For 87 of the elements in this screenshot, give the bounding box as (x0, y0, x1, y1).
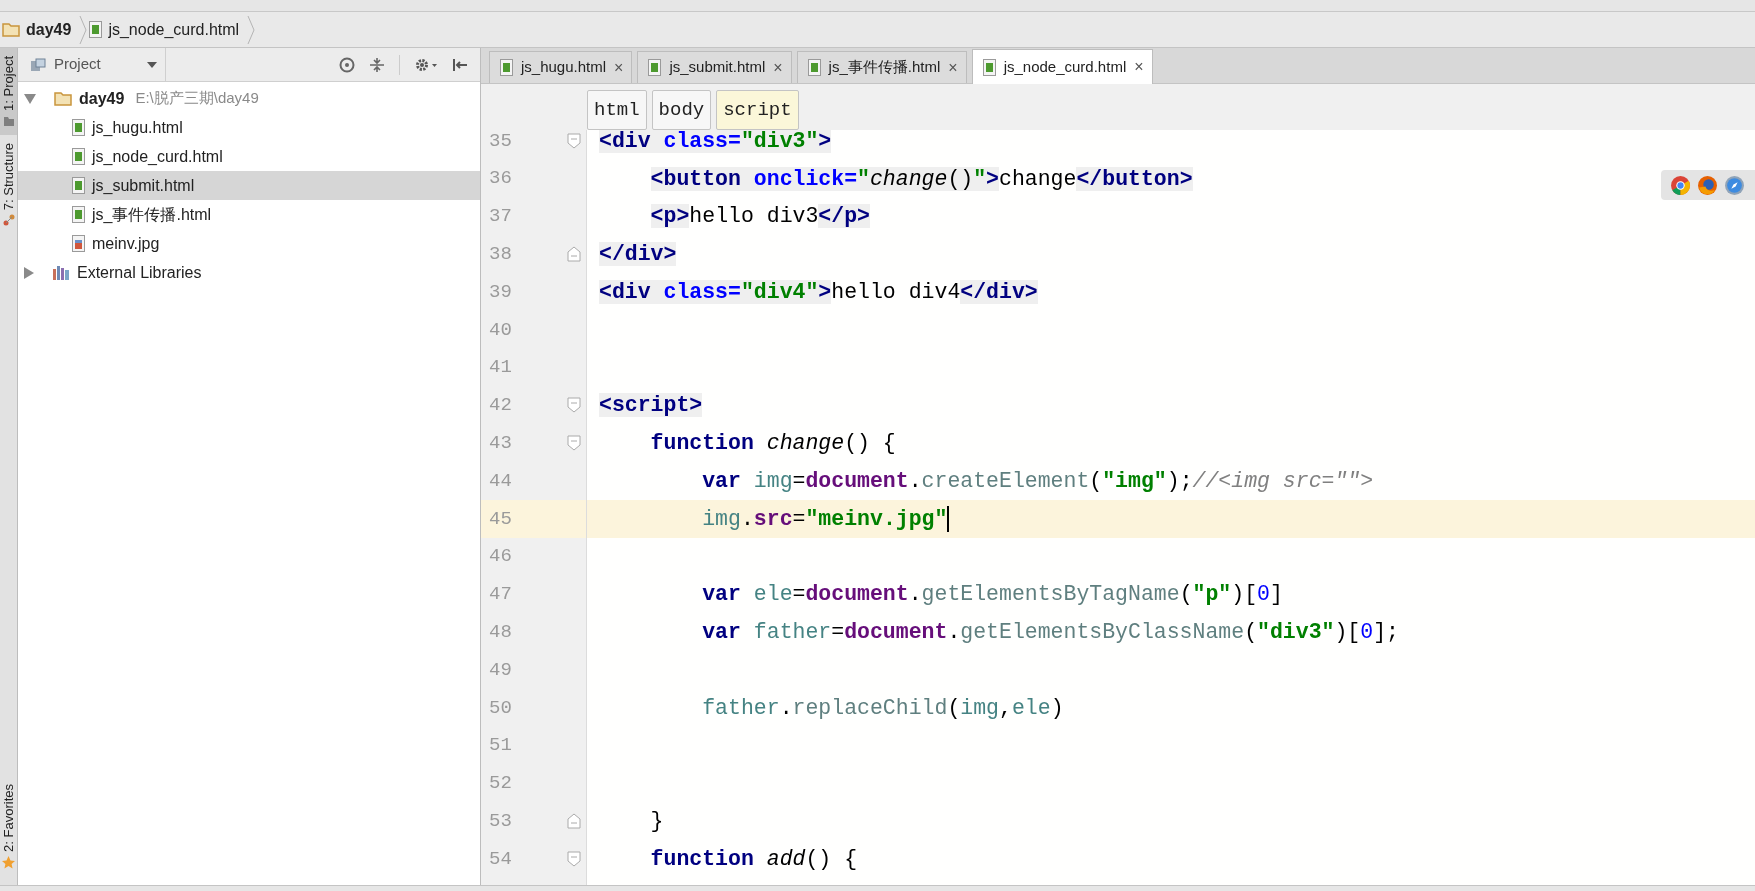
line-number: 35 (489, 130, 512, 154)
folder-icon (2, 114, 15, 127)
close-tab-button[interactable]: × (773, 59, 783, 76)
line-number: 37 (489, 204, 512, 230)
breadcrumb-item[interactable]: day49 (26, 17, 72, 42)
close-tab-button[interactable]: × (614, 59, 624, 76)
path-label: E:\脱产三期\day49 (135, 88, 259, 109)
line-number: 36 (489, 166, 512, 192)
close-tab-button[interactable]: × (1134, 59, 1144, 75)
line-number: 48 (489, 620, 512, 645)
html-file-icon (982, 58, 996, 76)
tree-item[interactable]: External Libraries (18, 258, 480, 287)
line-number: 45 (489, 506, 512, 532)
hide-panel-icon[interactable] (452, 56, 468, 73)
editor-tab[interactable]: js_submit.html × (637, 51, 792, 83)
tool-window-button[interactable]: 2: Favorites (0, 776, 17, 877)
editor-tab[interactable]: js_hugu.html × (489, 51, 633, 83)
code-line: } (649, 808, 664, 836)
target-icon[interactable] (339, 56, 355, 73)
html-file-icon (72, 119, 85, 136)
code-line: var ele=document.getElementsByTagName("p")[0] (701, 581, 1283, 609)
tree-item[interactable]: day49 E:\脱产三期\day49 (18, 84, 480, 113)
line-number: 54 (489, 846, 512, 872)
breadcrumb-item[interactable]: js_node_curd.html (108, 17, 240, 42)
image-file-icon (72, 235, 85, 252)
code-line: var father=document.getElementsByClassName("div3")[0]; (701, 619, 1399, 647)
line-number: 41 (489, 355, 512, 381)
code-line: img.src="meinv.jpg" (701, 505, 948, 533)
code-line: <p>hello div3</p> (649, 203, 870, 231)
star-icon (2, 856, 15, 869)
chrome-icon[interactable] (1670, 174, 1691, 196)
html-file-icon (72, 206, 85, 223)
html-file-icon (72, 177, 85, 194)
line-number: 52 (489, 771, 512, 797)
editor-tab[interactable]: js_事件传播.html × (796, 51, 967, 83)
tree-item[interactable]: js_hugu.html (18, 113, 480, 142)
line-number: 44 (489, 468, 512, 494)
line-number: 47 (489, 582, 512, 608)
code-line: <button onclick="change()">change</button> (649, 165, 1193, 193)
code-line: var img=document.createElement("img");//<img src=""> (701, 468, 1374, 496)
html-file-icon (500, 59, 513, 76)
library-icon (52, 264, 70, 281)
project-view-icon (30, 57, 46, 72)
structure-icon (2, 214, 15, 227)
folder-icon (2, 22, 20, 37)
folder-icon (54, 91, 72, 106)
html-file-icon (648, 59, 662, 76)
collapsed-arrow-icon (24, 266, 34, 279)
text-caret (947, 505, 950, 532)
line-number: 39 (489, 279, 512, 305)
code-line: father.replaceChild(img,ele) (701, 694, 1064, 722)
line-number: 49 (489, 657, 512, 683)
tree-item[interactable]: js_node_curd.html (18, 142, 480, 171)
close-tab-button[interactable]: × (948, 59, 958, 76)
html-file-icon (72, 148, 85, 165)
line-number: 38 (489, 242, 512, 268)
code-line: <div class="div4">hello div4</div> (599, 279, 1038, 307)
line-number: 51 (489, 733, 512, 759)
code-line: function add() { (649, 846, 858, 874)
editor-tab[interactable]: js_node_curd.html × (971, 49, 1153, 84)
html-file-icon (807, 59, 821, 76)
tree-item[interactable]: js_submit.html (18, 171, 480, 200)
firefox-icon[interactable] (1697, 174, 1718, 196)
safari-icon[interactable] (1724, 174, 1745, 196)
tag-breadcrumb-button[interactable]: body (651, 90, 712, 130)
tag-breadcrumb-button[interactable]: script (716, 90, 799, 130)
breadcrumb-chevron-icon (79, 14, 88, 45)
tool-window-button[interactable]: 1: Project (0, 48, 17, 135)
breadcrumb-chevron-icon (247, 14, 256, 45)
collapse-all-icon[interactable] (369, 56, 385, 73)
settings-icon[interactable] (414, 56, 438, 73)
code-line: <div class="div3"> (599, 130, 832, 155)
line-number: 46 (489, 544, 512, 570)
tree-item[interactable]: meinv.jpg (18, 229, 480, 258)
expanded-arrow-icon (24, 93, 36, 104)
tree-item[interactable]: js_事件传播.html (18, 200, 480, 229)
line-number: 53 (489, 809, 512, 834)
dropdown-caret-icon (147, 61, 157, 68)
tag-breadcrumb-button[interactable]: html (587, 90, 647, 130)
line-number: 43 (489, 431, 512, 456)
line-number: 40 (489, 317, 512, 343)
panel-title: Project (54, 54, 101, 75)
code-line: function change() { (649, 430, 896, 458)
html-file-icon (89, 21, 103, 38)
tool-window-button[interactable]: 7: Structure (0, 134, 17, 235)
line-number: 50 (489, 695, 512, 721)
line-number: 42 (489, 393, 512, 419)
